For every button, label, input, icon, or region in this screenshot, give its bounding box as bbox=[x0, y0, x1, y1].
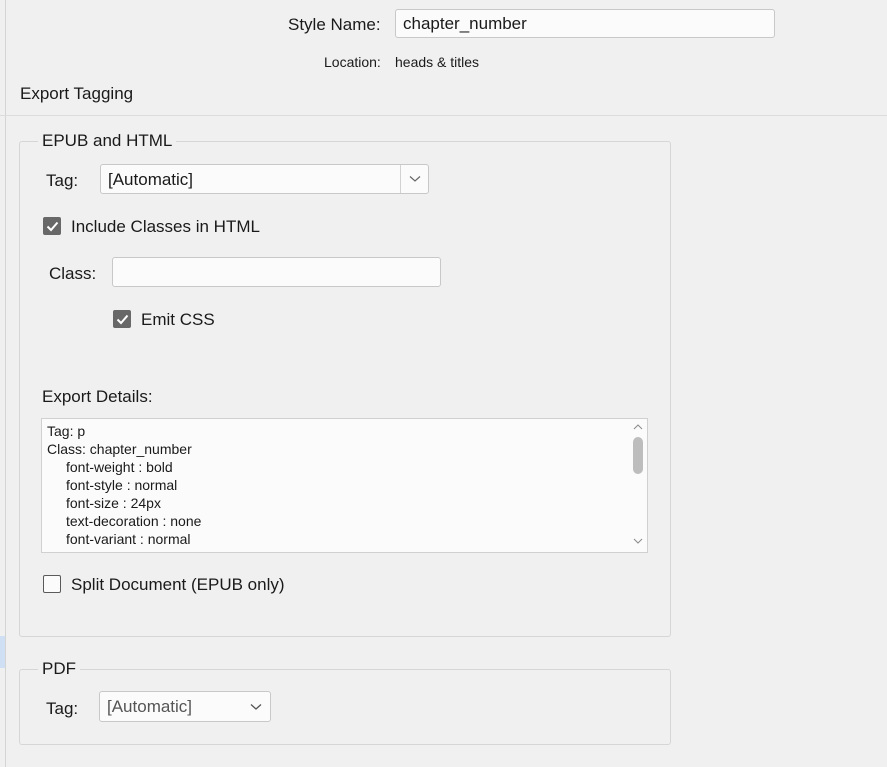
export-details-scrollbar[interactable] bbox=[629, 419, 647, 552]
epub-tag-label: Tag: bbox=[46, 171, 79, 190]
export-details-line: Class: chapter_number bbox=[47, 441, 192, 457]
pdf-tag-dropdown[interactable]: [Automatic] bbox=[99, 691, 271, 722]
export-details-content: Tag: p Class: chapter_number font-weight… bbox=[47, 422, 201, 548]
pdf-tag-label: Tag: bbox=[46, 699, 79, 718]
location-label: Location: bbox=[324, 54, 381, 70]
export-details-line: font-variant : normal bbox=[66, 531, 191, 547]
emit-css-label[interactable]: Emit CSS bbox=[141, 310, 215, 330]
section-divider bbox=[0, 115, 887, 116]
export-details-textarea[interactable]: Tag: p Class: chapter_number font-weight… bbox=[41, 418, 648, 553]
export-details-line: Tag: p bbox=[47, 423, 86, 439]
pdf-group-title: PDF bbox=[38, 659, 80, 679]
scroll-down-arrow-icon[interactable] bbox=[632, 536, 644, 546]
epub-html-group-title: EPUB and HTML bbox=[38, 131, 177, 151]
export-details-line: text-decoration : none bbox=[66, 513, 202, 529]
emit-css-checkbox[interactable] bbox=[113, 310, 131, 328]
location-value: heads & titles bbox=[395, 54, 480, 70]
pdf-tag-value: [Automatic] bbox=[107, 697, 193, 716]
chevron-down-icon[interactable] bbox=[248, 692, 264, 721]
scroll-up-arrow-icon[interactable] bbox=[632, 422, 644, 432]
epub-tag-value: [Automatic] bbox=[108, 170, 194, 189]
checkmark-icon bbox=[46, 221, 58, 231]
chevron-down-icon[interactable] bbox=[400, 165, 428, 193]
include-classes-checkbox[interactable] bbox=[43, 217, 61, 235]
split-document-label[interactable]: Split Document (EPUB only) bbox=[71, 575, 285, 595]
export-details-line: font-weight : bold bbox=[66, 459, 173, 475]
export-details-line: font-style : normal bbox=[66, 477, 178, 493]
epub-tag-dropdown[interactable]: [Automatic] bbox=[100, 164, 429, 194]
left-panel-selection-marker bbox=[0, 636, 5, 668]
export-details-label: Export Details: bbox=[42, 387, 153, 406]
export-details-line: font-size : 24px bbox=[66, 495, 161, 511]
split-document-checkbox[interactable] bbox=[43, 575, 61, 593]
style-name-label: Style Name: bbox=[288, 15, 381, 34]
class-input[interactable] bbox=[112, 257, 441, 287]
class-label: Class: bbox=[49, 264, 97, 283]
style-name-input[interactable] bbox=[395, 9, 775, 38]
include-classes-label[interactable]: Include Classes in HTML bbox=[71, 217, 260, 237]
checkmark-icon bbox=[116, 314, 128, 324]
section-title: Export Tagging bbox=[20, 84, 134, 103]
scrollbar-thumb[interactable] bbox=[633, 437, 643, 474]
